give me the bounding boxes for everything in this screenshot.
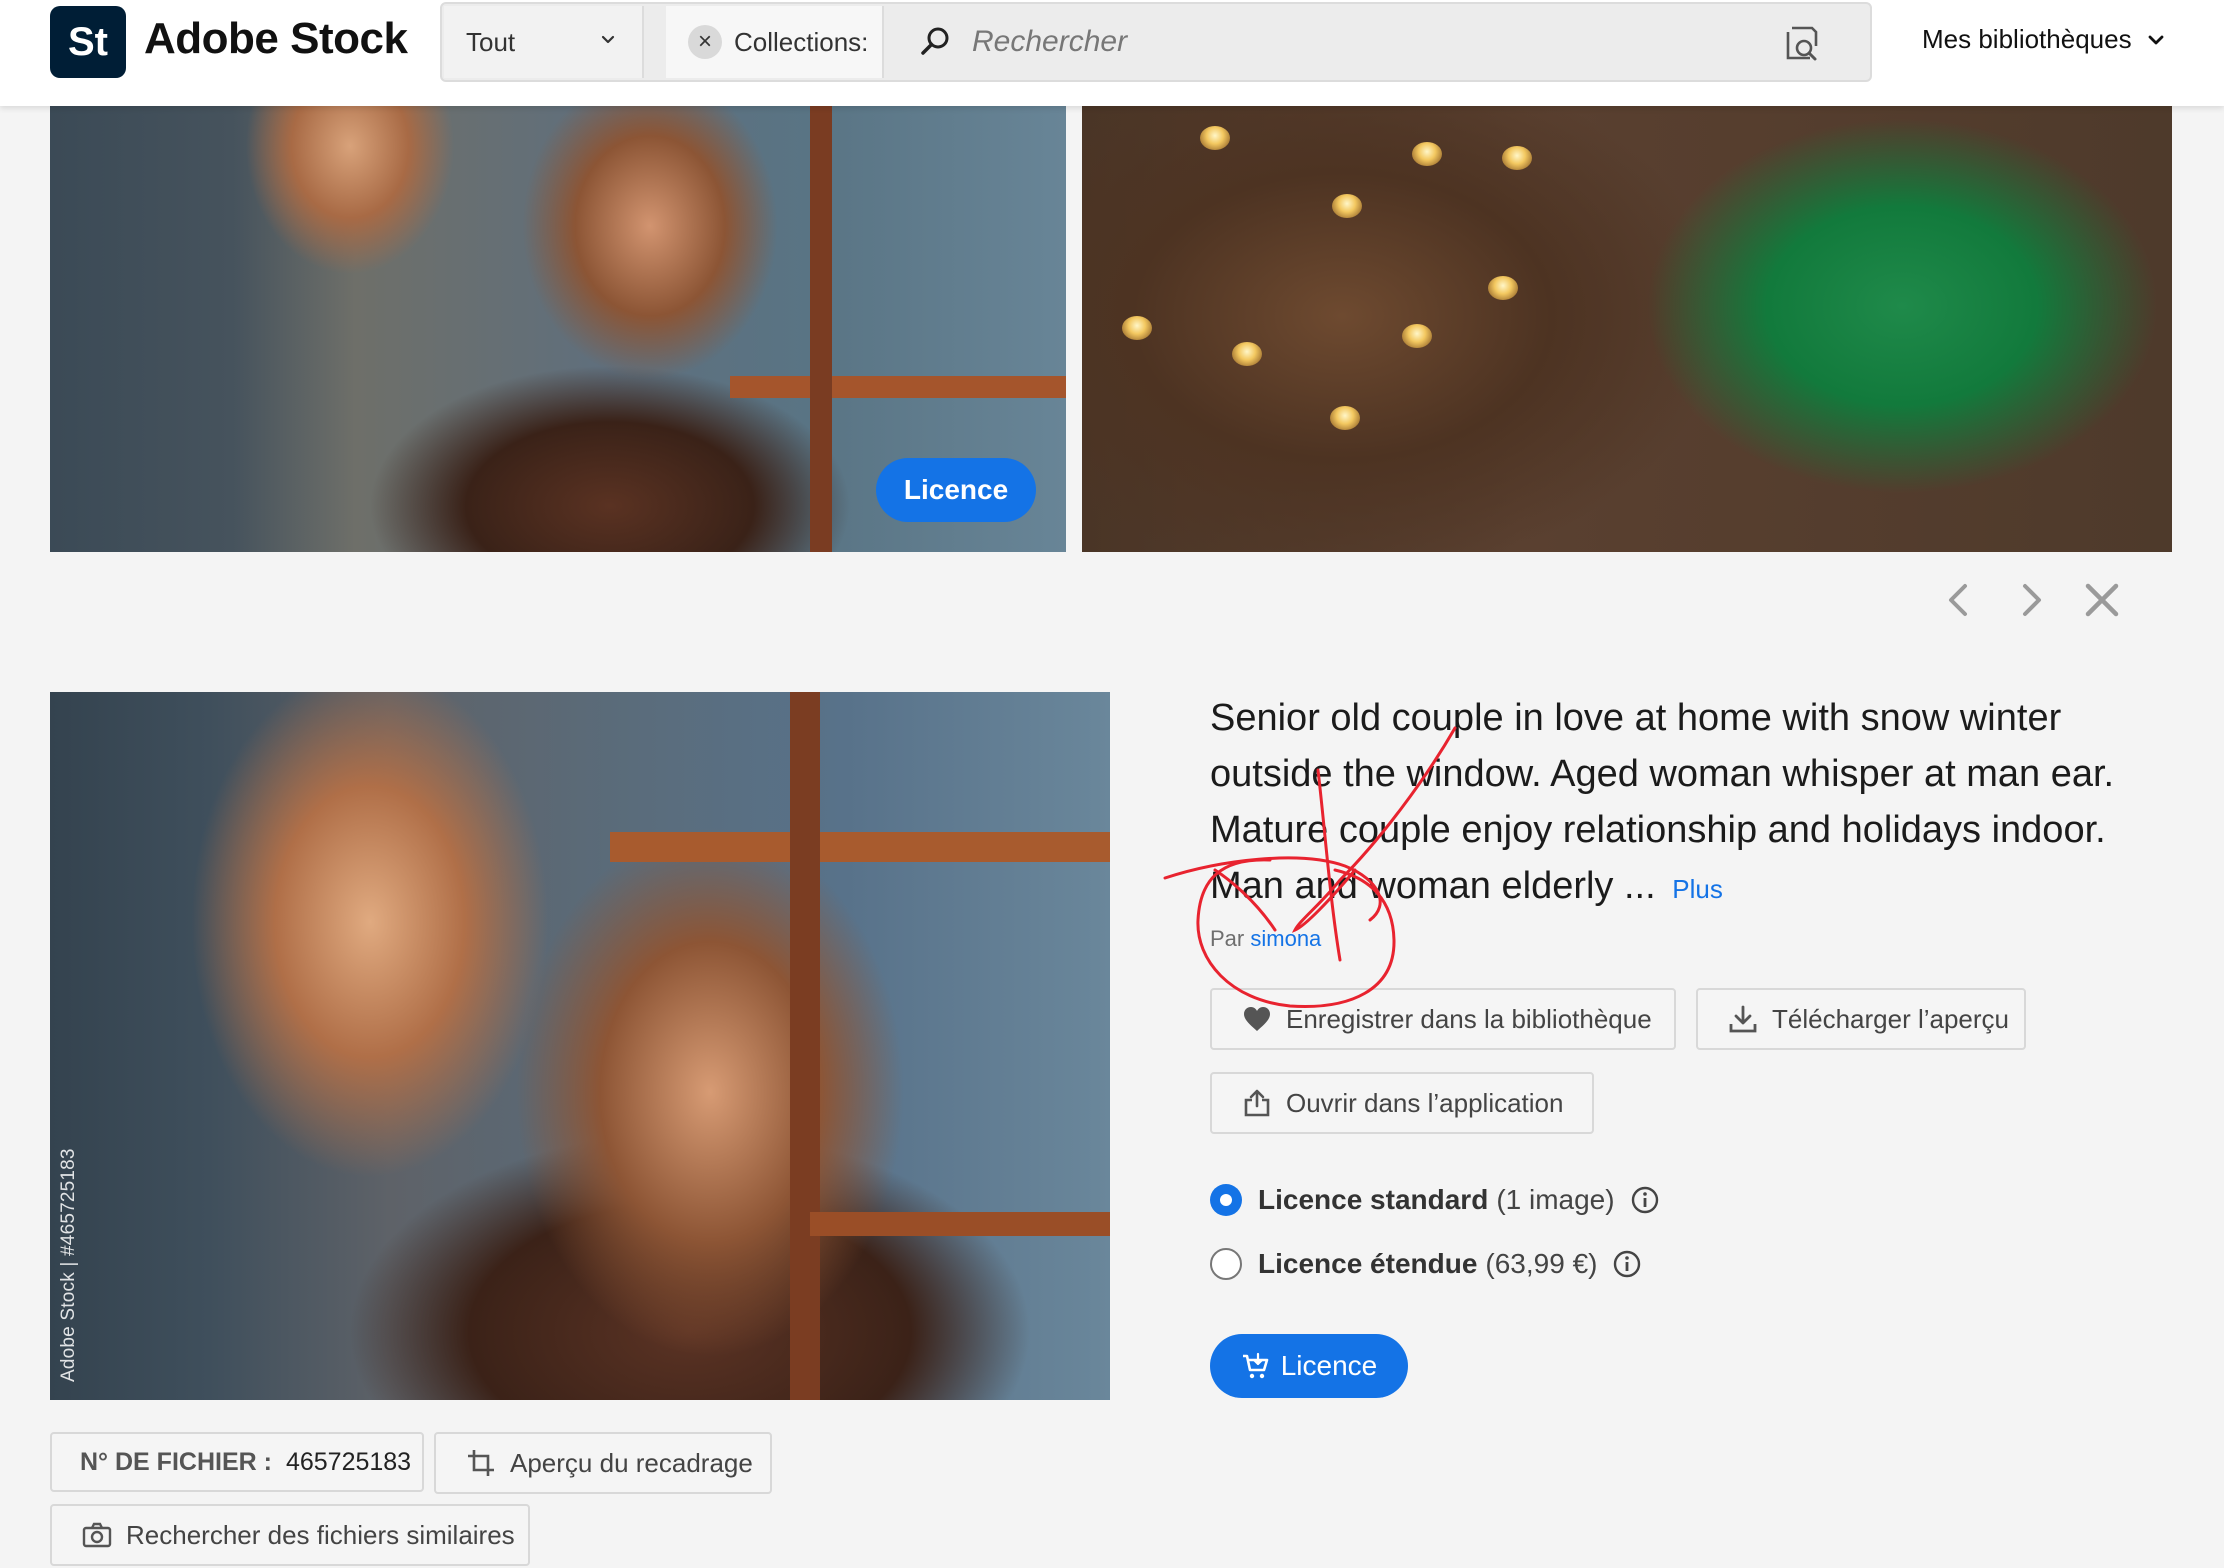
thumbnail-licence-button[interactable]: Licence [876, 458, 1036, 522]
my-libraries-menu[interactable]: Mes bibliothèques [1922, 24, 2166, 55]
share-icon [1244, 1089, 1270, 1117]
previous-chevron-icon[interactable] [1938, 578, 1982, 622]
crop-preview-button[interactable]: Aperçu du recadrage [434, 1432, 772, 1494]
file-number-value: 465725183 [285, 1447, 412, 1476]
find-similar-button[interactable]: Rechercher des fichiers similaires [50, 1504, 530, 1566]
diya-lamp [1122, 316, 1152, 340]
radio-standard-selected[interactable] [1210, 1184, 1242, 1216]
diya-lamp [1402, 324, 1432, 348]
save-to-library-label: Enregistrer dans la bibliothèque [1286, 1003, 1652, 1034]
download-icon [1729, 1005, 1757, 1033]
diya-lamp [1488, 276, 1518, 300]
search-scope-value: Tout [466, 26, 516, 57]
save-to-library-button[interactable]: Enregistrer dans la bibliothèque [1210, 988, 1676, 1050]
search-icon[interactable] [918, 24, 954, 60]
next-chevron-icon[interactable] [2008, 578, 2052, 622]
diya-lamp [1412, 142, 1442, 166]
download-preview-button[interactable]: Télécharger l’aperçu [1696, 988, 2026, 1050]
chevron-down-icon [601, 35, 615, 44]
diya-lamp [1332, 194, 1362, 218]
licence-option-name: Licence étendue [1258, 1248, 1478, 1279]
licence-option-name: Licence standard [1258, 1184, 1489, 1215]
collections-filter-chip: × Collections: [666, 6, 884, 78]
chevron-down-icon [2148, 35, 2163, 44]
close-icon[interactable] [2080, 578, 2124, 622]
author-byline: Par simona [1210, 926, 1321, 952]
camera-icon [82, 1522, 112, 1548]
window-frame [810, 1212, 1110, 1236]
info-icon[interactable] [1631, 1186, 1659, 1214]
crop-preview-label: Aperçu du recadrage [510, 1447, 753, 1478]
licence-option-detail: (63,99 €) [1485, 1248, 1598, 1279]
search-bar: Tout × Collections: [440, 2, 1872, 82]
download-preview-label: Télécharger l’aperçu [1772, 1003, 2010, 1034]
adobe-stock-logo-badge[interactable]: St [50, 6, 126, 78]
diya-lamp [1232, 342, 1262, 366]
window-frame [810, 106, 832, 552]
visual-search-icon[interactable] [1782, 24, 1822, 64]
file-number-label: N° DE FICHIER : [80, 1447, 272, 1476]
licence-button-label: Licence [1280, 1350, 1378, 1381]
author-link[interactable]: simona [1250, 926, 1321, 951]
radio-extended[interactable] [1210, 1248, 1242, 1280]
by-prefix: Par [1210, 926, 1245, 951]
image-watermark: Adobe Stock | #465725183 [58, 1148, 79, 1382]
collections-chip-label: Collections: [734, 26, 869, 57]
remove-filter-close-icon[interactable]: × [688, 25, 722, 59]
asset-title-text: Senior old couple in love at home with s… [1210, 697, 2115, 907]
heart-icon [1244, 1007, 1270, 1031]
more-link[interactable]: Plus [1672, 874, 1723, 904]
crop-icon [468, 1450, 494, 1476]
licence-option-extended[interactable]: Licence étendue (63,99 €) [1210, 1248, 1641, 1280]
diya-lamp [1502, 146, 1532, 170]
licence-option-detail: (1 image) [1496, 1184, 1615, 1215]
file-number: N° DE FICHIER : 465725183 [50, 1432, 424, 1492]
find-similar-label: Rechercher des fichiers similaires [126, 1519, 515, 1550]
window-frame [730, 376, 1066, 398]
licence-button[interactable]: Licence [1210, 1334, 1408, 1398]
open-in-app-label: Ouvrir dans l’application [1286, 1087, 1564, 1118]
cart-icon [1242, 1352, 1269, 1379]
asset-title: Senior old couple in love at home with s… [1210, 690, 2160, 917]
result-thumbnail-diwali[interactable] [1082, 106, 2172, 552]
diya-lamp [1330, 406, 1360, 430]
window-frame [610, 832, 1110, 862]
adobe-stock-logo-text[interactable]: Adobe Stock [144, 14, 408, 64]
diya-lamp [1200, 126, 1230, 150]
my-libraries-label: Mes bibliothèques [1922, 24, 2132, 54]
open-in-app-button[interactable]: Ouvrir dans l’application [1210, 1072, 1594, 1134]
info-icon[interactable] [1613, 1250, 1641, 1278]
main-preview-image[interactable]: Adobe Stock | #465725183 [50, 692, 1110, 1400]
search-scope-dropdown[interactable]: Tout [444, 6, 644, 78]
search-input[interactable] [972, 14, 1732, 70]
top-header: St Adobe Stock Tout × Collections: Mes b… [0, 0, 2224, 106]
window-frame [790, 692, 820, 1400]
licence-option-standard[interactable]: Licence standard (1 image) [1210, 1184, 1659, 1216]
